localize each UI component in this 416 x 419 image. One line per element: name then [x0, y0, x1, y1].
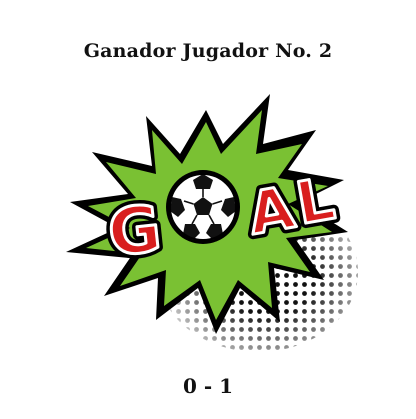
soccer-ball-icon: [166, 170, 240, 244]
score-display: 0 - 1: [182, 374, 234, 398]
goal-graphic: G G A A L L: [66, 94, 360, 354]
svg-text:G: G: [105, 192, 165, 271]
winner-title: Ganador Jugador No. 2: [83, 40, 333, 62]
